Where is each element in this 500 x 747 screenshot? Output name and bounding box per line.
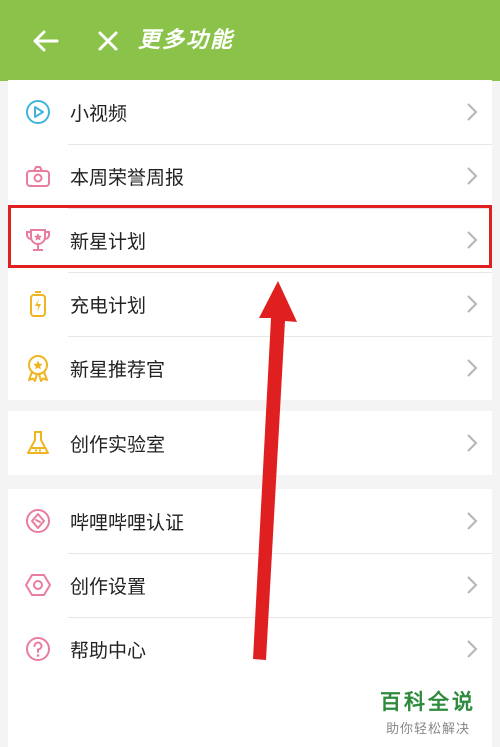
chevron-right-icon [467, 512, 478, 530]
menu-item-bilibili-certification[interactable]: 哔哩哔哩认证 [8, 489, 492, 553]
page-title: 更多功能 [138, 28, 235, 53]
menu-item-label: 小视频 [70, 102, 128, 125]
chevron-right-icon [467, 434, 478, 452]
chevron-right-icon [467, 231, 478, 249]
menu-item-charge-plan[interactable]: 充电计划 [8, 272, 492, 336]
menu-group-main: 小视频 本周荣誉周报 新星计划 充电计划 新星推荐官 [8, 80, 492, 400]
certified-badge-icon [26, 509, 50, 533]
menu-item-creation-lab[interactable]: 创作实验室 [8, 411, 492, 475]
camera-icon [26, 166, 50, 187]
play-circle-icon [26, 100, 50, 124]
watermark-slogan: 助你轻松解决 [385, 722, 470, 737]
arrow-left-icon [33, 30, 59, 51]
menu-item-new-star-plan[interactable]: 新星计划 [8, 208, 492, 272]
chevron-right-icon [467, 295, 478, 313]
menu-item-label: 帮助中心 [70, 639, 147, 662]
menu-item-label: 哔哩哔哩认证 [70, 511, 185, 534]
trophy-icon [26, 229, 50, 251]
close-icon [98, 31, 118, 50]
help-circle-icon [26, 637, 50, 661]
header-bar: 更多功能 [0, 0, 500, 81]
chevron-right-icon [467, 576, 478, 594]
battery-charge-icon [30, 291, 46, 317]
flask-icon [27, 431, 49, 454]
award-medal-icon [28, 355, 48, 382]
watermark-logo: 百科全说 助你轻松解决 [368, 684, 488, 740]
chevron-right-icon [467, 640, 478, 658]
menu-item-label: 充电计划 [70, 294, 147, 317]
close-button[interactable] [92, 0, 124, 81]
back-button[interactable] [26, 0, 66, 81]
menu-item-help-center[interactable]: 帮助中心 [8, 617, 492, 681]
menu-item-label: 新星计划 [70, 230, 147, 253]
menu-item-creation-settings[interactable]: 创作设置 [8, 553, 492, 617]
menu-item-label: 新星推荐官 [70, 358, 166, 381]
chevron-right-icon [467, 167, 478, 185]
menu-item-weekly-honor[interactable]: 本周荣誉周报 [8, 144, 492, 208]
menu-item-label: 本周荣誉周报 [70, 166, 185, 189]
chevron-right-icon [467, 359, 478, 377]
menu-item-short-video[interactable]: 小视频 [8, 80, 492, 144]
menu-item-label: 创作设置 [70, 575, 147, 598]
settings-hexagon-icon [25, 574, 51, 596]
watermark-brand: 百科全说 [380, 690, 476, 714]
chevron-right-icon [467, 103, 478, 121]
menu-group-lab: 创作实验室 [8, 411, 492, 475]
menu-item-new-star-recommender[interactable]: 新星推荐官 [8, 336, 492, 400]
menu-item-label: 创作实验室 [70, 433, 166, 456]
